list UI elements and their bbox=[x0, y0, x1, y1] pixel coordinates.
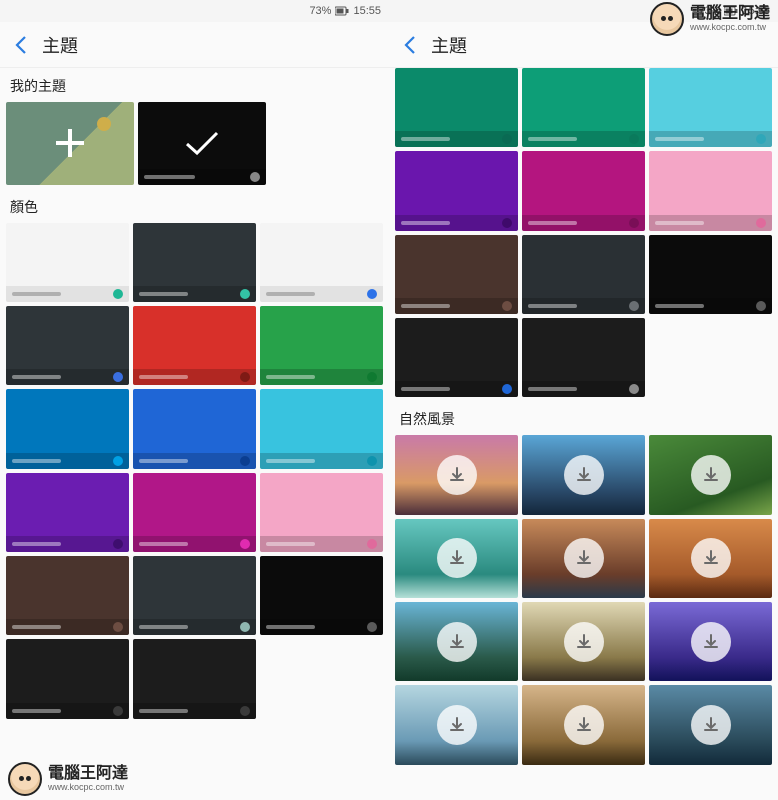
download-icon bbox=[437, 538, 477, 578]
section-landscape: 自然風景 bbox=[389, 401, 778, 435]
time-text: 15:55 bbox=[742, 5, 770, 17]
back-button[interactable] bbox=[399, 34, 421, 56]
color-theme-tile[interactable] bbox=[522, 151, 645, 230]
color-theme-tile[interactable] bbox=[6, 556, 129, 635]
back-button[interactable] bbox=[10, 34, 32, 56]
plus-icon bbox=[56, 129, 84, 157]
color-theme-tile[interactable] bbox=[522, 235, 645, 314]
landscape-theme-tile[interactable] bbox=[649, 685, 772, 764]
color-theme-tile[interactable] bbox=[6, 639, 129, 718]
color-theme-tile[interactable] bbox=[260, 389, 383, 468]
landscape-theme-tile[interactable] bbox=[395, 435, 518, 514]
download-icon bbox=[564, 622, 604, 662]
chevron-left-icon bbox=[14, 35, 28, 55]
battery-text: 73% bbox=[698, 5, 720, 17]
color-theme-tile[interactable] bbox=[260, 306, 383, 385]
landscape-theme-tile[interactable] bbox=[649, 602, 772, 681]
color-theme-tile[interactable] bbox=[649, 235, 772, 314]
chevron-left-icon bbox=[403, 35, 417, 55]
color-theme-tile[interactable] bbox=[133, 389, 256, 468]
color-theme-tile[interactable] bbox=[395, 318, 518, 397]
color-theme-tile[interactable] bbox=[6, 223, 129, 302]
download-icon bbox=[691, 538, 731, 578]
color-grid bbox=[0, 223, 389, 723]
color-theme-tile[interactable] bbox=[6, 473, 129, 552]
app-bar: 主題 bbox=[0, 22, 389, 68]
color-theme-tile[interactable] bbox=[133, 556, 256, 635]
color-theme-tile[interactable] bbox=[395, 68, 518, 147]
landscape-theme-tile[interactable] bbox=[395, 685, 518, 764]
landscape-theme-tile[interactable] bbox=[522, 602, 645, 681]
battery-icon bbox=[335, 6, 349, 16]
landscape-theme-tile[interactable] bbox=[649, 519, 772, 598]
download-icon bbox=[437, 455, 477, 495]
color-theme-tile[interactable] bbox=[133, 473, 256, 552]
section-my-themes: 我的主題 bbox=[0, 68, 389, 102]
status-bar: 73% 15:55 bbox=[389, 0, 778, 22]
download-icon bbox=[564, 455, 604, 495]
download-icon bbox=[691, 622, 731, 662]
color-theme-tile[interactable] bbox=[260, 223, 383, 302]
landscape-theme-tile[interactable] bbox=[522, 435, 645, 514]
color-theme-tile[interactable] bbox=[6, 389, 129, 468]
color-theme-tile[interactable] bbox=[133, 639, 256, 718]
color-theme-tile[interactable] bbox=[395, 151, 518, 230]
landscape-theme-tile[interactable] bbox=[395, 602, 518, 681]
my-themes-grid bbox=[0, 102, 389, 189]
landscape-grid bbox=[389, 435, 778, 768]
download-icon bbox=[691, 705, 731, 745]
section-colors: 顏色 bbox=[0, 189, 389, 223]
color-theme-tile[interactable] bbox=[522, 318, 645, 397]
landscape-theme-tile[interactable] bbox=[522, 685, 645, 764]
landscape-theme-tile[interactable] bbox=[395, 519, 518, 598]
page-title: 主題 bbox=[42, 32, 78, 58]
color-grid-continued bbox=[389, 68, 778, 401]
download-icon bbox=[437, 622, 477, 662]
time-text: 15:55 bbox=[353, 5, 381, 17]
color-theme-tile[interactable] bbox=[133, 223, 256, 302]
landscape-theme-tile[interactable] bbox=[649, 435, 772, 514]
landscape-theme-tile[interactable] bbox=[522, 519, 645, 598]
color-theme-tile[interactable] bbox=[649, 151, 772, 230]
color-theme-tile[interactable] bbox=[260, 556, 383, 635]
add-theme-tile[interactable] bbox=[6, 102, 134, 185]
color-theme-tile[interactable] bbox=[395, 235, 518, 314]
download-icon bbox=[564, 705, 604, 745]
screen-right: 73% 15:55 主題 自然風景 bbox=[389, 0, 778, 800]
color-theme-tile[interactable] bbox=[260, 473, 383, 552]
page-title: 主題 bbox=[431, 32, 467, 58]
app-bar: 主題 bbox=[389, 22, 778, 68]
battery-icon bbox=[724, 6, 738, 16]
battery-text: 73% bbox=[309, 5, 331, 17]
status-bar: 73% 15:55 bbox=[0, 0, 389, 22]
download-icon bbox=[564, 538, 604, 578]
download-icon bbox=[691, 455, 731, 495]
color-theme-tile[interactable] bbox=[133, 306, 256, 385]
current-theme-tile[interactable] bbox=[138, 102, 266, 185]
screen-left: 73% 15:55 主題 我的主題 顏色 bbox=[0, 0, 389, 800]
download-icon bbox=[437, 705, 477, 745]
check-icon bbox=[182, 128, 222, 158]
color-theme-tile[interactable] bbox=[649, 68, 772, 147]
color-theme-tile[interactable] bbox=[522, 68, 645, 147]
color-theme-tile[interactable] bbox=[6, 306, 129, 385]
